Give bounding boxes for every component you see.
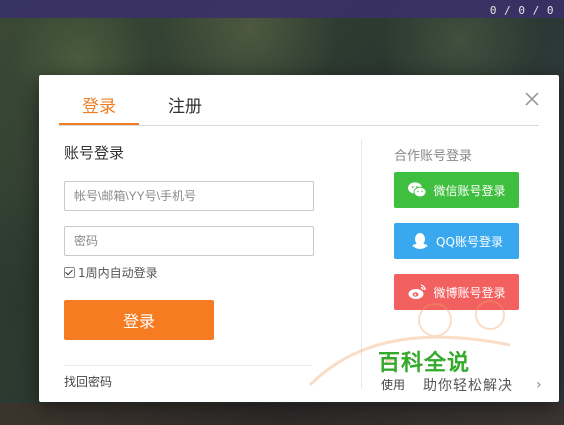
watermark-subtitle: 助你轻松解决 xyxy=(423,378,513,394)
close-button[interactable] xyxy=(523,90,541,108)
qq-login-label: QQ账号登录 xyxy=(436,234,503,249)
wechat-login-button[interactable]: 微信账号登录 xyxy=(394,172,519,208)
game-top-bar xyxy=(0,0,564,18)
forgot-password-link[interactable]: 找回密码 xyxy=(64,373,112,390)
terms-prefix: 使用 xyxy=(381,378,406,392)
game-bottom-scene xyxy=(0,403,564,425)
wechat-icon xyxy=(408,182,427,198)
form-separator xyxy=(64,365,312,366)
wechat-login-label: 微信账号登录 xyxy=(433,183,506,198)
close-icon xyxy=(525,92,539,106)
partner-login-title: 合作账号登录 xyxy=(394,149,473,164)
chevron-right-icon: › xyxy=(536,377,542,393)
qq-login-button[interactable]: QQ账号登录 xyxy=(394,223,519,259)
qq-icon xyxy=(412,233,429,249)
game-score-hud: 0 / 0 / 0 xyxy=(489,4,554,17)
watermark-title: 百科全说 xyxy=(378,351,471,376)
